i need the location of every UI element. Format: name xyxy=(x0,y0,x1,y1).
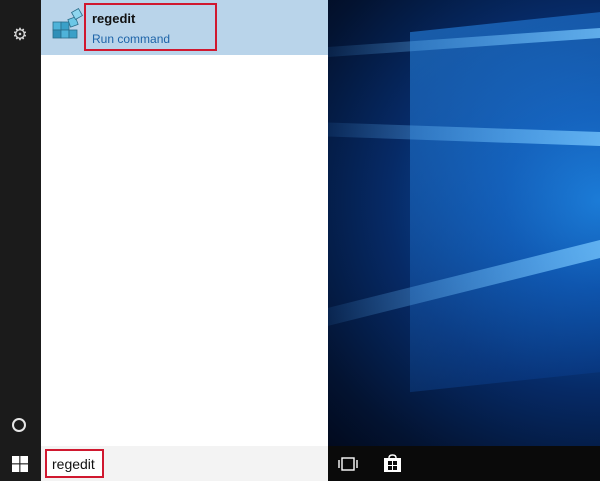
taskbar xyxy=(328,446,600,481)
gear-icon[interactable]: ⚙ xyxy=(10,25,30,45)
windows-logo-icon[interactable] xyxy=(12,456,28,472)
result-subtitle: Run command xyxy=(92,32,171,46)
store-icon[interactable] xyxy=(383,454,402,473)
result-text-highlight: regedit Run command xyxy=(84,3,217,51)
start-menu-rail: ⚙ xyxy=(0,0,41,446)
desktop-wallpaper xyxy=(328,0,600,446)
result-title: regedit xyxy=(92,11,136,26)
taskbar-start-area xyxy=(0,446,41,481)
cortana-circle-icon[interactable] xyxy=(12,418,26,432)
search-bar xyxy=(41,446,328,481)
search-results-panel: regedit Run command xyxy=(41,0,328,446)
best-match-result[interactable]: regedit Run command xyxy=(41,0,328,55)
task-view-icon[interactable] xyxy=(338,456,358,472)
regedit-cubes-icon xyxy=(52,8,84,39)
search-input[interactable] xyxy=(45,449,104,478)
